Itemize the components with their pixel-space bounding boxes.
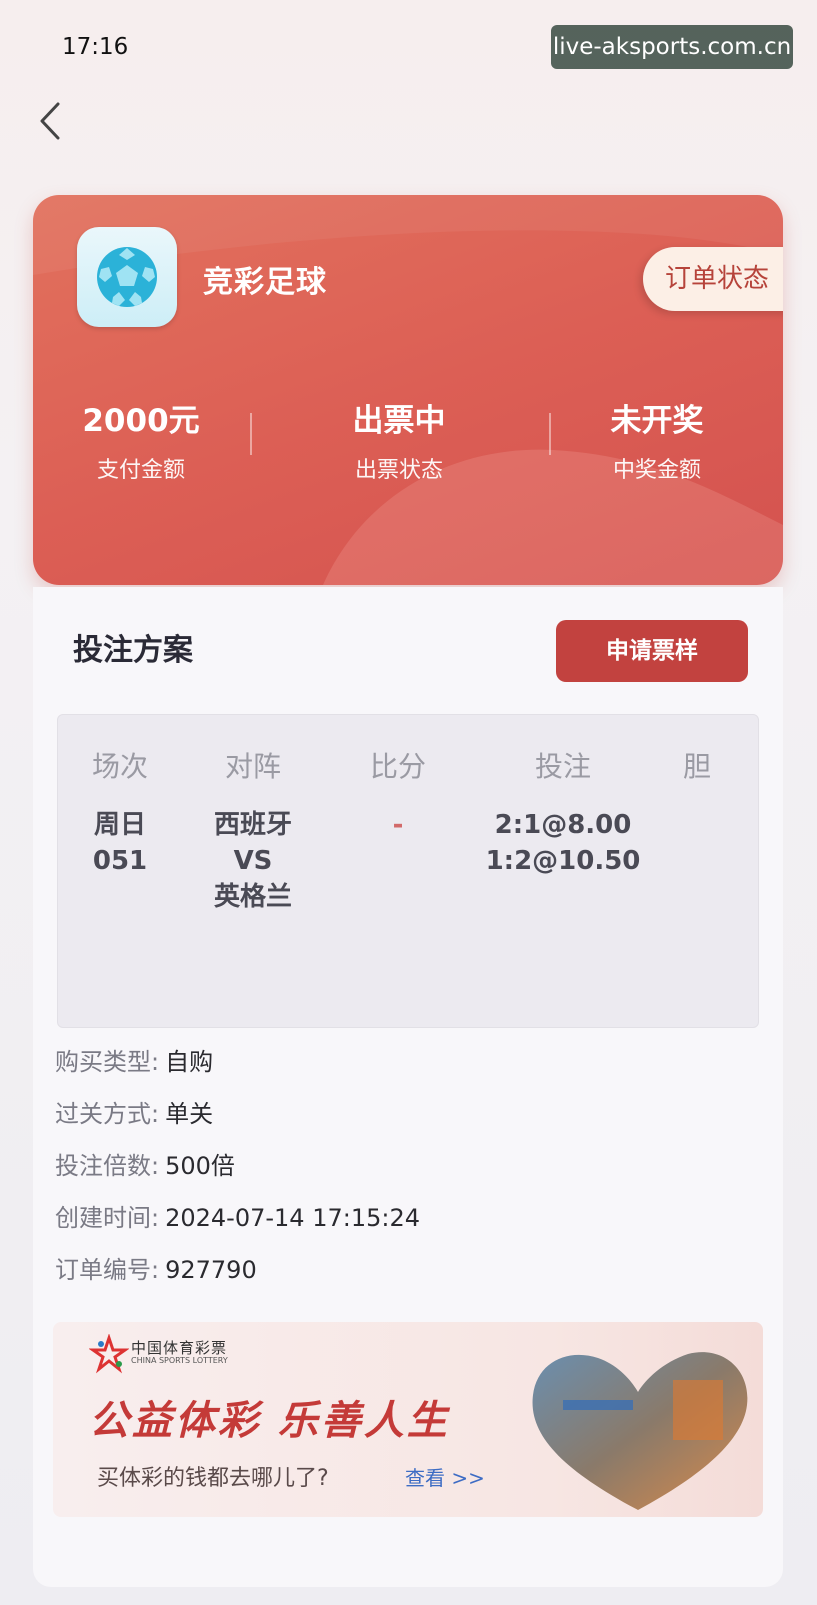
divider (549, 413, 551, 455)
info-row-multiplier: 投注倍数: 500倍 (55, 1146, 235, 1181)
info-row-purchase-type: 购买类型: 自购 (55, 1042, 213, 1077)
back-arrow-icon (40, 102, 60, 140)
football-icon (97, 247, 157, 307)
heart-photo-image (532, 1352, 748, 1510)
section-title: 投注方案 (73, 633, 193, 668)
table-header-match: 场次 (91, 750, 148, 783)
stat-value: 2000元 (82, 403, 200, 439)
home-team: 西班牙 (213, 810, 292, 840)
info-label: 订单编号: (55, 1256, 160, 1284)
info-row-created-time: 创建时间: 2024-07-14 17:15:24 (55, 1198, 420, 1233)
vs-label: VS (233, 846, 273, 876)
info-value: 927790 (165, 1256, 257, 1284)
table-cell-score: - (392, 810, 404, 840)
bet-plan-panel: 投注方案 申请票样 场次 对阵 比分 投注 胆 周日 051 西班牙 VS 英格… (33, 587, 783, 1587)
table-header-bet: 投注 (534, 750, 591, 783)
brand-name: 中国体育彩票 (131, 1339, 228, 1357)
stat-payment-amount: 2000元 支付金额 (41, 395, 241, 484)
info-value: 500倍 (165, 1152, 235, 1180)
info-row-pass-mode: 过关方式: 单关 (55, 1094, 213, 1129)
game-icon (77, 227, 177, 327)
info-label: 投注倍数: (55, 1152, 160, 1180)
stat-value: 未开奖 (610, 403, 704, 439)
bet-table: 场次 对阵 比分 投注 胆 周日 051 西班牙 VS 英格兰 - 2:1@8.… (57, 714, 759, 1028)
watermark: live-aksports.com.cn (551, 25, 793, 69)
info-value: 自购 (165, 1048, 214, 1076)
order-summary-card: 竞彩足球 订单状态 2000元 支付金额 出票中 出票状态 未开奖 中奖金额 (33, 195, 783, 585)
info-value: 2024-07-14 17:15:24 (165, 1204, 420, 1232)
bet-option: 2:1@8.00 (494, 810, 632, 840)
stat-prize-amount: 未开奖 中奖金额 (557, 395, 757, 484)
brand-name-en: CHINA SPORTS LOTTERY (131, 1356, 228, 1365)
stat-label: 出票状态 (354, 458, 443, 483)
match-day: 周日 (93, 810, 146, 840)
lottery-banner[interactable]: 中国体育彩票 CHINA SPORTS LOTTERY 公益体彩 乐善人生 买体… (53, 1322, 763, 1517)
table-header-banker: 胆 (682, 750, 711, 783)
match-number: 051 (92, 846, 148, 876)
apply-ticket-sample-button[interactable]: 申请票样 (556, 620, 748, 682)
stat-value: 出票中 (352, 403, 446, 439)
away-team: 英格兰 (213, 882, 292, 912)
info-label: 购买类型: (55, 1048, 160, 1076)
info-label: 创建时间: (55, 1204, 160, 1232)
info-label: 过关方式: (55, 1100, 160, 1128)
table-cell-match: 周日 051 (80, 807, 160, 879)
status-bar: 17:16 live-aksports.com.cn (0, 0, 817, 96)
table-cell-bets: 2:1@8.00 1:2@10.50 (478, 807, 648, 879)
game-title: 竞彩足球 (203, 265, 327, 300)
table-header-score: 比分 (369, 750, 426, 783)
banner-question: 买体彩的钱都去哪儿了? (97, 1466, 329, 1491)
info-row-order-number: 订单编号: 927790 (55, 1250, 257, 1285)
back-button[interactable] (36, 100, 68, 142)
lottery-logo-icon (89, 1334, 129, 1374)
info-value: 单关 (165, 1100, 214, 1128)
banner-slogan: 公益体彩 乐善人生 (89, 1398, 450, 1444)
divider (250, 413, 252, 455)
stat-label: 中奖金额 (612, 458, 701, 483)
bet-option: 1:2@10.50 (485, 846, 641, 876)
table-header-teams: 对阵 (224, 750, 281, 783)
view-link[interactable]: 查看 >> (405, 1462, 485, 1491)
order-status-button[interactable]: 订单状态 (643, 247, 783, 311)
status-time: 17:16 (62, 34, 129, 60)
stat-ticket-status: 出票中 出票状态 (299, 395, 499, 484)
table-cell-teams: 西班牙 VS 英格兰 (193, 807, 313, 915)
stat-label: 支付金额 (96, 458, 185, 483)
